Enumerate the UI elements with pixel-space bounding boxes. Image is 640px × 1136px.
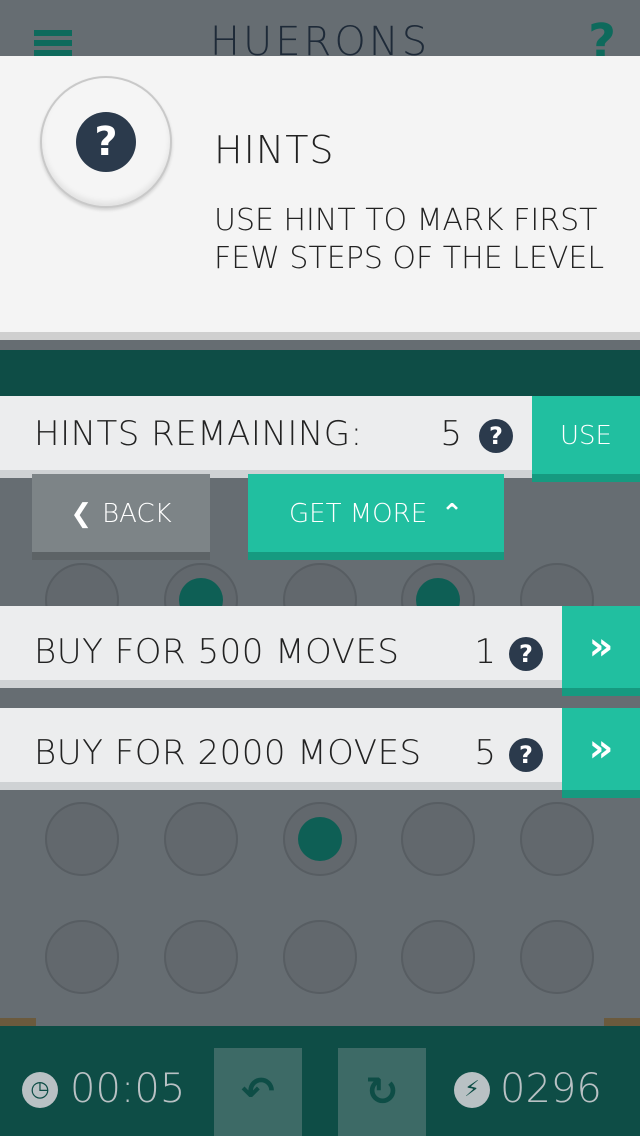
get-more-label: GET MORE <box>289 499 428 529</box>
lightning-icon: ⚡ <box>454 1072 490 1108</box>
hint-panel-description: USE HINT TO MARK FIRST FEW STEPS OF THE … <box>214 203 605 276</box>
timer-text: 00:05 <box>70 1066 186 1112</box>
moves-counter: 0296 <box>500 1066 602 1112</box>
board-piece <box>298 817 342 861</box>
board-hole <box>401 920 475 994</box>
purchase-option-count: 5 <box>474 733 496 773</box>
board-hole <box>520 802 594 876</box>
double-chevron-right-icon: » <box>588 726 614 770</box>
chevron-up-icon: ⌃ <box>441 499 463 529</box>
restart-button[interactable]: ↻ <box>338 1048 426 1136</box>
app-title: HUERONS <box>209 22 431 56</box>
double-chevron-right-icon: » <box>588 624 614 668</box>
use-hint-button[interactable]: USE <box>532 396 640 482</box>
hints-remaining-count: 5 <box>440 414 462 454</box>
undo-button[interactable]: ↶ <box>214 1048 302 1136</box>
board-hole <box>45 802 119 876</box>
board-hole <box>520 920 594 994</box>
back-button-label: BACK <box>102 499 172 529</box>
board-hole <box>401 802 475 876</box>
restart-icon: ↻ <box>365 1069 399 1115</box>
purchase-option-label: BUY FOR 2000 MOVES <box>34 733 422 773</box>
clock-icon: ◷ <box>22 1072 58 1108</box>
question-icon[interactable]: ? <box>479 419 513 453</box>
question-icon: ? <box>76 112 136 172</box>
purchase-option-label: BUY FOR 500 MOVES <box>34 632 400 672</box>
board-hole <box>45 920 119 994</box>
board-hole <box>164 802 238 876</box>
hint-badge: ? <box>40 76 172 208</box>
board-hole <box>164 920 238 994</box>
get-more-button[interactable]: GET MORE ⌃ <box>248 474 504 560</box>
chevron-left-icon: ❮ <box>70 499 93 529</box>
hint-panel-title: HINTS <box>214 128 335 172</box>
help-icon[interactable]: ? <box>580 20 624 60</box>
question-icon[interactable]: ? <box>509 738 543 772</box>
question-icon[interactable]: ? <box>509 637 543 671</box>
back-button[interactable]: ❮ BACK <box>32 474 210 560</box>
purchase-option-count: 1 <box>474 632 496 672</box>
board-hole <box>283 920 357 994</box>
hints-remaining-label: HINTS REMAINING: <box>34 414 363 454</box>
buy-500-button[interactable]: » <box>562 606 640 696</box>
undo-icon: ↶ <box>241 1069 275 1115</box>
header-strip <box>0 350 640 396</box>
buy-2000-button[interactable]: » <box>562 708 640 798</box>
